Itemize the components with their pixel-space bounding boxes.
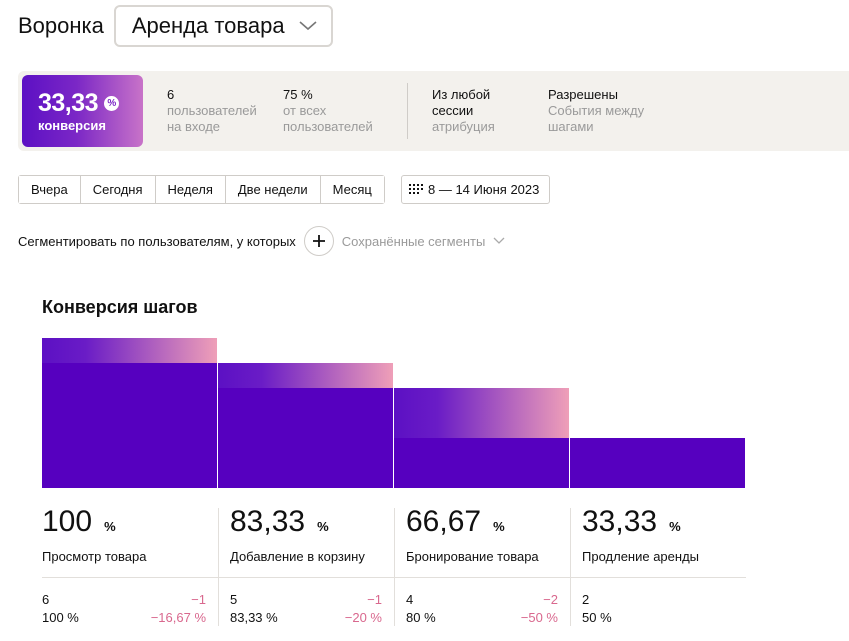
date-range-picker[interactable]: 8 — 14 Июня 2023 xyxy=(401,175,550,204)
step-drop-percent: −50 % xyxy=(520,610,558,625)
step-name: Бронирование товара xyxy=(406,549,539,564)
plus-icon xyxy=(312,235,325,247)
step-name: Просмотр товара xyxy=(42,549,147,564)
step-users: 6 xyxy=(42,592,50,607)
step-percent-unit: % xyxy=(669,519,681,534)
step-percent: 33,33% xyxy=(570,505,746,541)
funnel-summary: 33,33 % конверсия 6 пользователей на вхо… xyxy=(18,71,849,151)
period-today-button[interactable]: Сегодня xyxy=(80,176,156,203)
step-percent: 66,67% xyxy=(394,505,570,541)
period-month-button[interactable]: Месяц xyxy=(320,176,384,203)
funnel-step[interactable]: 66,67% Бронирование товара 4 −2 80 % −50 % xyxy=(394,505,570,630)
conversion-label: конверсия xyxy=(38,118,106,133)
percent-badge: % xyxy=(104,96,120,111)
attribution-label: атрибуция xyxy=(432,119,495,134)
step-drop-percent: −20 % xyxy=(344,610,382,625)
step-drop: −1 xyxy=(367,592,382,607)
period-week-button[interactable]: Неделя xyxy=(155,176,226,203)
funnel-chart xyxy=(42,338,745,488)
funnel-step[interactable]: 100% Просмотр товара 6 −1 100 % −16,67 % xyxy=(42,505,218,630)
step-percent-value: 100 xyxy=(42,505,93,538)
step-drop-percent: −16,67 % xyxy=(150,610,206,625)
share-label-2: пользователей xyxy=(283,119,373,134)
events-label-1: События между xyxy=(548,103,645,118)
page-title: Воронка xyxy=(18,13,104,38)
summary-events[interactable]: Разрешены События между шагами xyxy=(548,87,644,135)
summary-divider xyxy=(407,83,408,139)
step-share: 50 % xyxy=(582,610,612,625)
funnel-step[interactable]: 33,33% Продление аренды 2 50 % xyxy=(570,505,746,630)
segment-label: Сегментировать по пользователям, у котор… xyxy=(18,233,296,249)
period-selector: Вчера Сегодня Неделя Две недели Месяц xyxy=(18,175,385,204)
events-value: Разрешены xyxy=(548,87,618,102)
step-percent: 83,33% xyxy=(218,505,394,541)
users-label-2: на входе xyxy=(167,119,221,134)
funnel-select[interactable]: Аренда товара xyxy=(113,5,333,47)
step-stats: 2 50 % xyxy=(582,591,734,627)
step-name: Добавление в корзину xyxy=(230,549,365,564)
step-share: 83,33 % xyxy=(230,610,278,625)
step-stats: 6 −1 100 % −16,67 % xyxy=(42,591,206,627)
dropoff-bar[interactable] xyxy=(394,388,569,438)
step-stats: 5 −1 83,33 % −20 % xyxy=(230,591,382,627)
section-title: Конверсия шагов xyxy=(42,297,198,317)
step-name: Продление аренды xyxy=(582,549,699,564)
step-percent-unit: % xyxy=(317,519,329,534)
segment-row: Сегментировать по пользователям, у котор… xyxy=(18,225,505,257)
step-stats: 4 −2 80 % −50 % xyxy=(406,591,558,627)
share-value: 75 % xyxy=(283,87,313,102)
summary-share: 75 % от всех пользователей xyxy=(283,87,373,135)
funnel-step[interactable]: 83,33% Добавление в корзину 5 −1 83,33 % −20 … xyxy=(218,505,394,630)
step-drop: −1 xyxy=(191,592,206,607)
date-range-text: 8 — 14 Июня 2023 xyxy=(428,182,540,197)
summary-attribution[interactable]: Из любой сессии атрибуция xyxy=(432,87,495,135)
attribution-line-2: сессии xyxy=(432,103,474,118)
page-header: Воронка Аренда товара xyxy=(18,5,333,47)
step-share: 80 % xyxy=(406,610,436,625)
conversion-value: 33,33 xyxy=(38,89,99,117)
step-bar[interactable] xyxy=(570,438,745,488)
step-percent-value: 33,33 xyxy=(582,505,658,538)
step-percent-value: 83,33 xyxy=(230,505,306,538)
saved-segments-label: Сохранённые сегменты xyxy=(341,233,486,249)
step-users: 2 xyxy=(582,592,590,607)
step-percent-unit: % xyxy=(104,519,116,534)
step-percent: 100% xyxy=(42,505,218,541)
funnel-steps: 100% Просмотр товара 6 −1 100 % −16,67 % 83,33… xyxy=(42,505,746,630)
share-label-1: от всех xyxy=(283,103,327,118)
step-percent-value: 66,67 xyxy=(406,505,482,538)
step-drop: −2 xyxy=(543,592,558,607)
period-two-weeks-button[interactable]: Две недели xyxy=(225,176,321,203)
dropoff-bar[interactable] xyxy=(218,363,393,388)
events-label-2: шагами xyxy=(548,119,594,134)
add-segment-button[interactable] xyxy=(303,226,334,256)
users-value: 6 xyxy=(167,87,175,102)
summary-users: 6 пользователей на входе xyxy=(167,87,257,135)
chevron-down-icon xyxy=(493,237,505,245)
calendar-icon xyxy=(409,184,423,195)
conversion-card: 33,33 % конверсия xyxy=(22,75,143,147)
period-yesterday-button[interactable]: Вчера xyxy=(19,176,81,203)
dropoff-bar[interactable] xyxy=(42,338,217,363)
attribution-line-1: Из любой xyxy=(432,87,491,102)
saved-segments-select[interactable]: Сохранённые сегменты xyxy=(342,234,506,249)
funnel-select-value: Аренда товара xyxy=(131,13,285,38)
step-users: 4 xyxy=(406,592,414,607)
step-percent-unit: % xyxy=(493,519,505,534)
step-share: 100 % xyxy=(42,610,79,625)
users-label-1: пользователей xyxy=(167,103,257,118)
step-users: 5 xyxy=(230,592,238,607)
chevron-down-icon xyxy=(299,17,317,35)
